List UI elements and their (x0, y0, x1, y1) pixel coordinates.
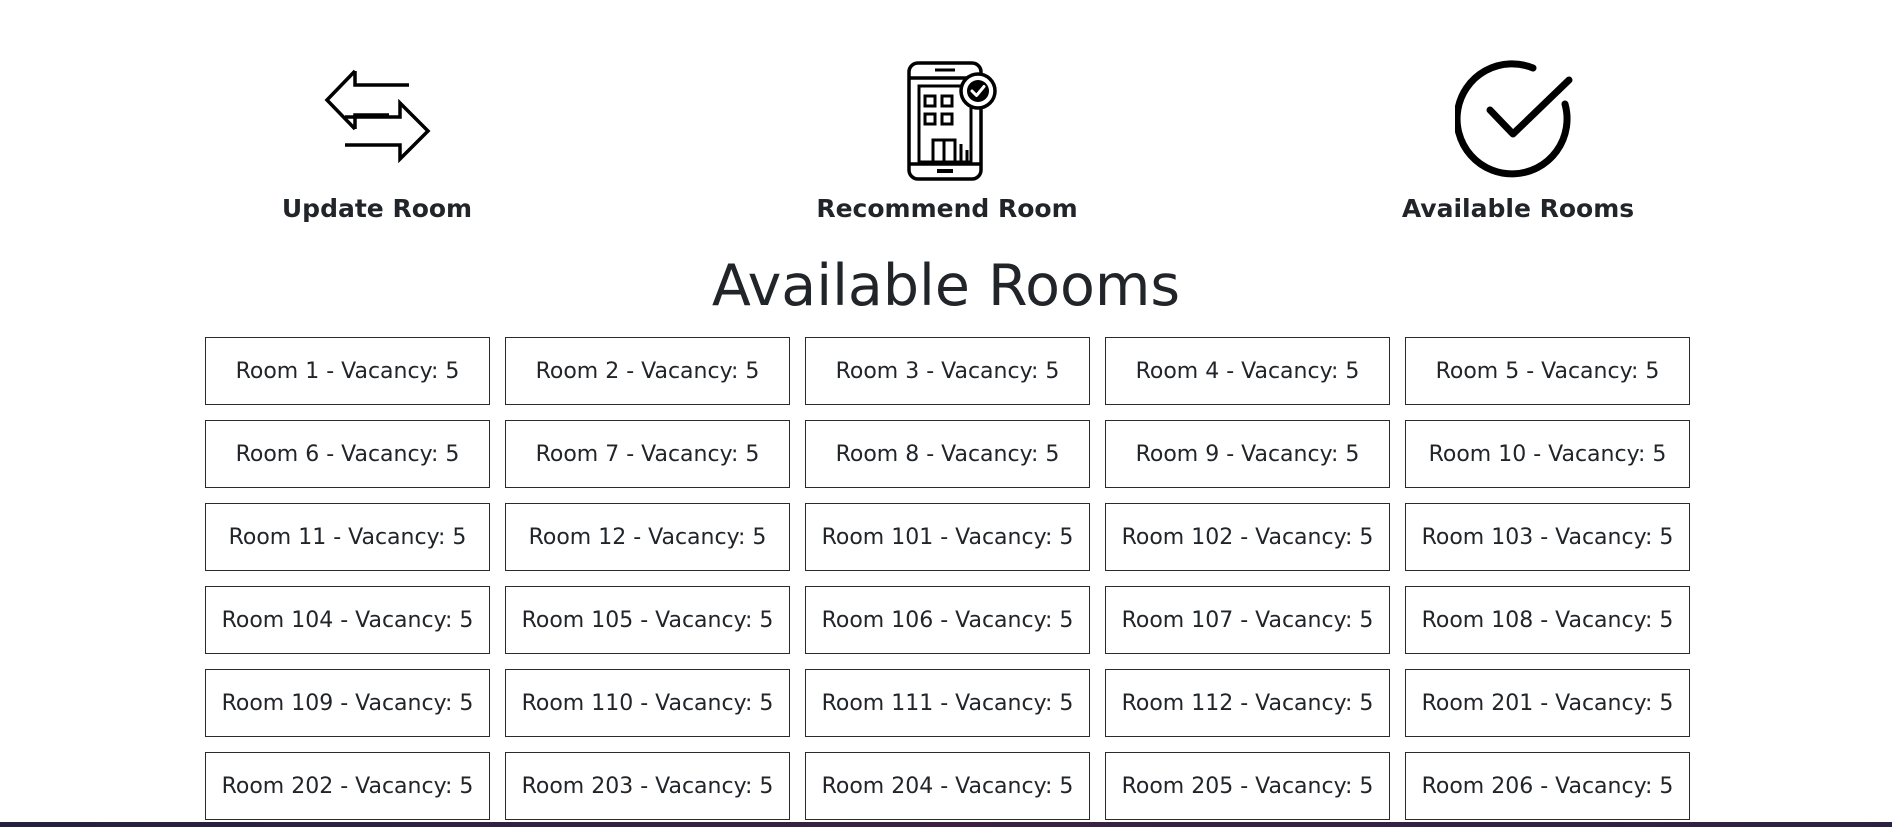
room-card[interactable]: Room 112 - Vacancy: 5 (1105, 669, 1390, 737)
room-card[interactable]: Room 4 - Vacancy: 5 (1105, 337, 1390, 405)
room-card[interactable]: Room 9 - Vacancy: 5 (1105, 420, 1390, 488)
page-title: Available Rooms (711, 253, 1181, 319)
page: Update Room Recommend Room Available Roo… (0, 0, 1892, 827)
room-card[interactable]: Room 8 - Vacancy: 5 (805, 420, 1090, 488)
room-card[interactable]: Room 206 - Vacancy: 5 (1405, 752, 1690, 820)
room-card[interactable]: Room 102 - Vacancy: 5 (1105, 503, 1390, 571)
recommend-room-label: Recommend Room (816, 194, 1078, 223)
update-room-button[interactable]: Update Room (217, 58, 537, 228)
room-grid: Room 1 - Vacancy: 5 Room 2 - Vacancy: 5 … (205, 337, 1691, 820)
room-card[interactable]: Room 6 - Vacancy: 5 (205, 420, 490, 488)
room-card[interactable]: Room 108 - Vacancy: 5 (1405, 586, 1690, 654)
room-card[interactable]: Room 12 - Vacancy: 5 (505, 503, 790, 571)
room-card[interactable]: Room 109 - Vacancy: 5 (205, 669, 490, 737)
room-card[interactable]: Room 110 - Vacancy: 5 (505, 669, 790, 737)
phone-building-check-icon (787, 58, 1107, 184)
checkmark-circle-icon (1358, 58, 1678, 184)
taskbar-edge (0, 822, 1892, 827)
room-card[interactable]: Room 105 - Vacancy: 5 (505, 586, 790, 654)
update-room-label: Update Room (281, 194, 473, 223)
room-card[interactable]: Room 10 - Vacancy: 5 (1405, 420, 1690, 488)
room-card[interactable]: Room 107 - Vacancy: 5 (1105, 586, 1390, 654)
swap-arrows-icon (217, 58, 537, 184)
room-card[interactable]: Room 111 - Vacancy: 5 (805, 669, 1090, 737)
recommend-room-button[interactable]: Recommend Room (787, 58, 1107, 228)
room-card[interactable]: Room 101 - Vacancy: 5 (805, 503, 1090, 571)
room-card[interactable]: Room 106 - Vacancy: 5 (805, 586, 1090, 654)
room-card[interactable]: Room 205 - Vacancy: 5 (1105, 752, 1390, 820)
room-card[interactable]: Room 203 - Vacancy: 5 (505, 752, 790, 820)
room-card[interactable]: Room 103 - Vacancy: 5 (1405, 503, 1690, 571)
room-card[interactable]: Room 1 - Vacancy: 5 (205, 337, 490, 405)
nav-options: Update Room Recommend Room Available Roo… (0, 58, 1892, 228)
available-rooms-label: Available Rooms (1401, 194, 1635, 223)
room-card[interactable]: Room 11 - Vacancy: 5 (205, 503, 490, 571)
room-card[interactable]: Room 7 - Vacancy: 5 (505, 420, 790, 488)
room-card[interactable]: Room 2 - Vacancy: 5 (505, 337, 790, 405)
room-card[interactable]: Room 204 - Vacancy: 5 (805, 752, 1090, 820)
room-card[interactable]: Room 201 - Vacancy: 5 (1405, 669, 1690, 737)
available-rooms-button[interactable]: Available Rooms (1358, 58, 1678, 228)
room-card[interactable]: Room 202 - Vacancy: 5 (205, 752, 490, 820)
room-card[interactable]: Room 104 - Vacancy: 5 (205, 586, 490, 654)
room-card[interactable]: Room 5 - Vacancy: 5 (1405, 337, 1690, 405)
room-card[interactable]: Room 3 - Vacancy: 5 (805, 337, 1090, 405)
